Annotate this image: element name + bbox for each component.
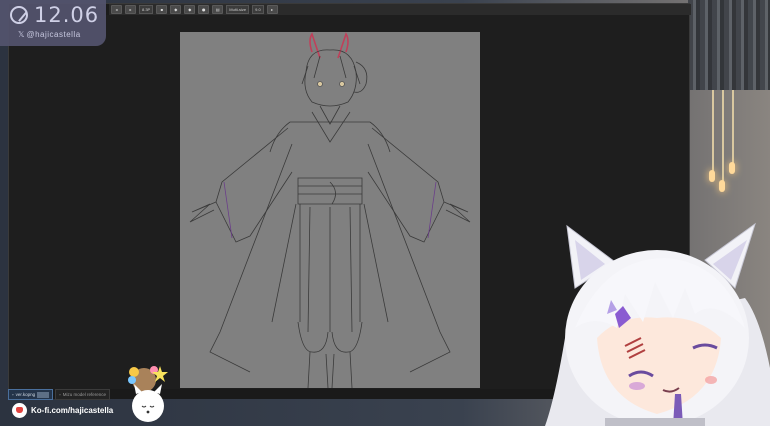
vtuber-avatar <box>545 222 770 426</box>
document-tab-label: Mizu model reference <box>62 392 107 397</box>
document-tab[interactable]: ▫ ver.kopng <box>8 389 54 400</box>
toolbar-button[interactable]: ▸ <box>125 5 136 14</box>
stream-clock-overlay: 12.06 𝕏 @hajicastella <box>0 0 106 46</box>
kofi-link: Ko-fi.com/hajicastella <box>31 405 114 415</box>
social-handle-row: 𝕏 @hajicastella <box>18 30 81 39</box>
zoom-field[interactable]: 8.3P <box>139 5 154 14</box>
lamp-bulb <box>729 162 735 174</box>
toolbar-button[interactable]: ◆ <box>184 5 196 14</box>
lamp-bulb <box>709 170 715 182</box>
clock-time: 12.06 <box>34 3 100 27</box>
hanging-lamp-cord <box>712 90 714 180</box>
brush-size-field[interactable]: 9.0 <box>252 5 264 14</box>
toolbar-button[interactable]: ◂ <box>111 5 122 14</box>
document-tab-label: ver.kopng <box>15 392 36 397</box>
toolbar-button[interactable]: ▤ <box>212 5 224 14</box>
chibi-mascot-sticker <box>128 366 168 422</box>
brush-mode-field[interactable]: Multi-size <box>226 5 250 14</box>
x-logo-icon: 𝕏 <box>18 30 25 39</box>
lamp-bulb <box>719 180 725 192</box>
clock-icon <box>10 6 28 24</box>
document-tab-bar: ▫ ver.kopng ▫ Mizu model reference <box>8 389 568 400</box>
social-handle: @hajicastella <box>26 30 81 39</box>
toolbar-button[interactable]: ▪ <box>156 5 168 14</box>
bookshelf <box>688 0 770 90</box>
drawing-paper[interactable] <box>180 32 480 388</box>
toolbar-button[interactable]: ◆ <box>170 5 182 14</box>
toolbar-button[interactable]: ● <box>198 5 210 14</box>
kofi-cup-icon <box>12 402 27 418</box>
tool-options-bar: ◂ ▸ 8.3P ▪ ◆ ◆ ● ▤ Multi-size 9.0 ▸ <box>109 4 691 15</box>
document-tab[interactable]: ▫ Mizu model reference <box>55 389 111 400</box>
hanging-lamp-cord <box>722 90 724 190</box>
tab-thumbnail <box>37 391 50 398</box>
document-icon: ▫ <box>12 392 14 397</box>
toolbar-button[interactable]: ▸ <box>266 5 278 14</box>
document-icon: ▫ <box>59 392 61 397</box>
hanging-lamp-cord <box>732 90 734 170</box>
character-sketch <box>189 32 471 388</box>
